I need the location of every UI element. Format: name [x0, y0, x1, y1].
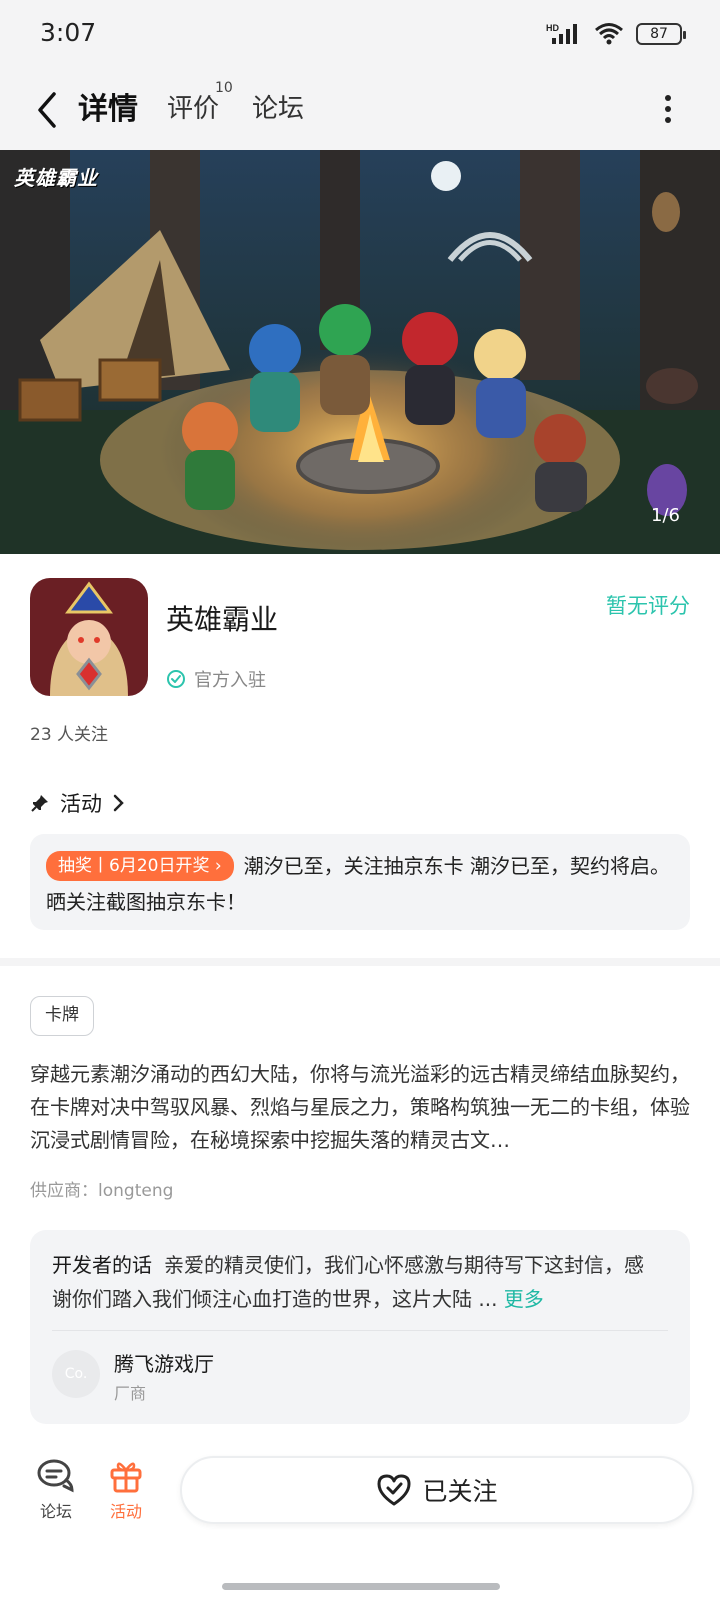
- pin-icon: [31, 795, 48, 812]
- status-icons: HD 87: [546, 22, 686, 46]
- section-divider: [0, 958, 720, 966]
- game-description[interactable]: 穿越元素潮汐涌动的西幻大陆，你将与流光溢彩的远古精灵缔结血脉契约，在卡牌对决中驾…: [30, 1058, 692, 1157]
- signal-icon: HD: [546, 23, 577, 44]
- status-time: 3:07: [40, 18, 97, 47]
- developer-card[interactable]: 开发者的话 亲爱的精灵使们，我们心怀感激与期待写下这封信，感谢你们踏入我们倾注心血…: [30, 1230, 690, 1424]
- banner-game-logo: 英雄霸业: [14, 166, 98, 190]
- developer-avatar[interactable]: Co.: [52, 1350, 100, 1398]
- top-nav: 详情 评价 10 论坛: [0, 74, 720, 150]
- developer-role: 厂商: [114, 1384, 147, 1403]
- rating-status[interactable]: 暂无评分: [606, 590, 690, 620]
- bottom-forum-button[interactable]: 论坛: [26, 1458, 86, 1522]
- banner-page-counter: 1/6: [651, 505, 680, 526]
- lottery-tag: 抽奖丨6月20日开奖 ›: [46, 851, 234, 881]
- verified-check-icon: [167, 670, 185, 688]
- back-arrow-icon[interactable]: [30, 88, 66, 132]
- follow-button-label: 已关注: [422, 1477, 498, 1506]
- svg-text:HD: HD: [546, 23, 559, 33]
- home-indicator[interactable]: [222, 1583, 500, 1590]
- tab-detail-label: 详情: [78, 92, 138, 127]
- developer-message-label: 开发者的话: [52, 1253, 152, 1277]
- bottom-activity-label: 活动: [109, 1502, 142, 1521]
- forum-chat-icon: [37, 1459, 74, 1493]
- activity-header[interactable]: 活动: [30, 788, 126, 818]
- chevron-right-icon: [113, 794, 124, 812]
- official-label: 官方入驻: [194, 670, 266, 691]
- app-icon: [30, 578, 148, 696]
- activity-heading: 活动: [60, 792, 102, 816]
- follow-button[interactable]: 已关注: [180, 1456, 694, 1524]
- status-bar: 3:07 HD 87: [0, 0, 720, 74]
- developer-message: 开发者的话 亲爱的精灵使们，我们心怀感激与期待写下这封信，感谢你们踏入我们倾注心血…: [52, 1248, 662, 1316]
- heart-check-icon: [377, 1474, 411, 1506]
- screenshot-banner[interactable]: 英雄霸业 1/6: [0, 150, 720, 554]
- app-detail-page: 3:07 HD 87 详情 评价 10 论坛 英雄霸业 1/6 英雄霸业 官方入…: [0, 0, 720, 1600]
- battery-icon: 87: [636, 23, 686, 45]
- tab-forum-label: 论坛: [252, 94, 305, 124]
- wifi-icon: [595, 23, 623, 45]
- developer-more-link[interactable]: 更多: [504, 1287, 544, 1311]
- tab-review-label: 评价: [167, 94, 220, 124]
- developer-separator: [52, 1330, 668, 1331]
- bottom-forum-label: 论坛: [39, 1502, 72, 1521]
- banner-illustration: [0, 150, 720, 554]
- more-options-icon[interactable]: [664, 94, 672, 124]
- app-name: 英雄霸业: [166, 603, 279, 636]
- developer-name[interactable]: 腾飞游戏厅: [114, 1348, 214, 1377]
- activity-card[interactable]: 抽奖丨6月20日开奖 › 潮汐已至，关注抽京东卡 潮汐已至，契约将启。晒关注截图抽…: [30, 834, 690, 930]
- follower-count: 23 人关注: [30, 725, 109, 745]
- tab-forum[interactable]: 论坛: [252, 88, 304, 125]
- official-badge: 官方入驻: [166, 666, 266, 692]
- bottom-activity-button[interactable]: 活动: [96, 1458, 156, 1522]
- tab-detail[interactable]: 详情: [74, 84, 142, 128]
- tab-review[interactable]: 评价 10: [167, 80, 233, 125]
- supplier-info: 供应商：longteng: [30, 1181, 174, 1201]
- genre-tag[interactable]: 卡牌: [30, 996, 94, 1036]
- review-count-badge: 10: [215, 80, 233, 96]
- app-icon-art: [30, 578, 148, 696]
- gift-icon: [110, 1462, 142, 1493]
